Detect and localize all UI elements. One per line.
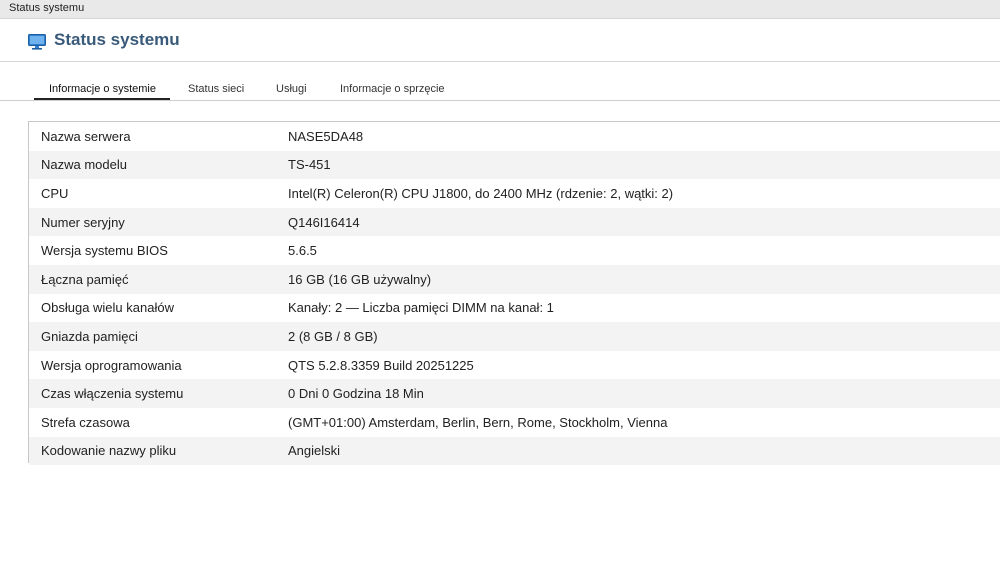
active-tab-indicator bbox=[34, 98, 170, 100]
row-label: Wersja oprogramowania bbox=[41, 357, 182, 373]
row-label: Obsługa wielu kanałów bbox=[41, 300, 174, 316]
row-label: Wersja systemu BIOS bbox=[41, 243, 168, 259]
table-row: CPU Intel(R) Celeron(R) CPU J1800, do 24… bbox=[29, 179, 1000, 208]
row-value: 2 (8 GB / 8 GB) bbox=[288, 322, 1000, 351]
table-row: Strefa czasowa (GMT+01:00) Amsterdam, Be… bbox=[29, 408, 1000, 437]
monitor-icon bbox=[28, 34, 46, 50]
table-row: Nazwa serwera NASE5DA48 bbox=[29, 122, 1000, 151]
table-row: Numer seryjny Q146I16414 bbox=[29, 207, 1000, 237]
table-row: Łączna pamięć 16 GB (16 GB używalny) bbox=[29, 264, 1000, 294]
row-value: NASE5DA48 bbox=[288, 128, 364, 144]
table-row: Obsługa wielu kanałów Kanały: 2 — Liczba… bbox=[29, 294, 1000, 323]
row-label: Nazwa modelu bbox=[29, 150, 288, 180]
table-row: Wersja systemu BIOS 5.6.5 bbox=[29, 236, 1000, 265]
row-label: Gniazda pamięci bbox=[29, 322, 288, 351]
system-info-panel: Nazwa serwera NASE5DA48 Nazwa modelu TS-… bbox=[28, 121, 1000, 466]
window-titlebar: Status systemu bbox=[0, 0, 1000, 19]
row-value: Q146I16414 bbox=[288, 207, 1000, 237]
window-title: Status systemu bbox=[9, 2, 85, 14]
row-label: Czas włączenia systemu bbox=[29, 379, 288, 408]
row-label: Nazwa serwera bbox=[41, 128, 131, 144]
table-row: Nazwa modelu TS-451 bbox=[29, 150, 1000, 180]
row-value: (GMT+01:00) Amsterdam, Berlin, Bern, Rom… bbox=[288, 414, 668, 430]
tab-services[interactable]: Usługi bbox=[276, 83, 307, 95]
table-row: Kodowanie nazwy pliku Angielski bbox=[29, 436, 1000, 466]
tab-hardware-info[interactable]: Informacje o sprzęcie bbox=[340, 83, 445, 95]
system-info-table: Nazwa serwera NASE5DA48 Nazwa modelu TS-… bbox=[29, 122, 1000, 466]
row-label: CPU bbox=[41, 185, 69, 201]
table-row: Wersja oprogramowania QTS 5.2.8.3359 Bui… bbox=[29, 351, 1000, 380]
row-value: 5.6.5 bbox=[288, 243, 317, 259]
page-title: Status systemu bbox=[54, 30, 180, 49]
row-value: Angielski bbox=[288, 436, 1000, 466]
page-header: Status systemu bbox=[0, 19, 1000, 62]
table-row: Czas włączenia systemu 0 Dni 0 Godzina 1… bbox=[29, 379, 1000, 408]
row-value: QTS 5.2.8.3359 Build 20251225 bbox=[288, 357, 474, 373]
row-label: Kodowanie nazwy pliku bbox=[29, 436, 288, 466]
tab-network-status[interactable]: Status sieci bbox=[188, 83, 244, 95]
row-value: Kanały: 2 — Liczba pamięci DIMM na kanał… bbox=[288, 300, 554, 316]
row-value: TS-451 bbox=[288, 150, 1000, 180]
row-value: 16 GB (16 GB używalny) bbox=[288, 264, 1000, 294]
row-value: Intel(R) Celeron(R) CPU J1800, do 2400 M… bbox=[288, 185, 674, 201]
row-value: 0 Dni 0 Godzina 18 Min bbox=[288, 379, 1000, 408]
row-label: Łączna pamięć bbox=[29, 264, 288, 294]
row-label: Strefa czasowa bbox=[41, 414, 130, 430]
table-row: Gniazda pamięci 2 (8 GB / 8 GB) bbox=[29, 322, 1000, 351]
tab-bar: Informacje o systemie Status sieci Usług… bbox=[0, 76, 1000, 101]
row-label: Numer seryjny bbox=[29, 207, 288, 237]
tab-system-info[interactable]: Informacje o systemie bbox=[49, 83, 156, 95]
